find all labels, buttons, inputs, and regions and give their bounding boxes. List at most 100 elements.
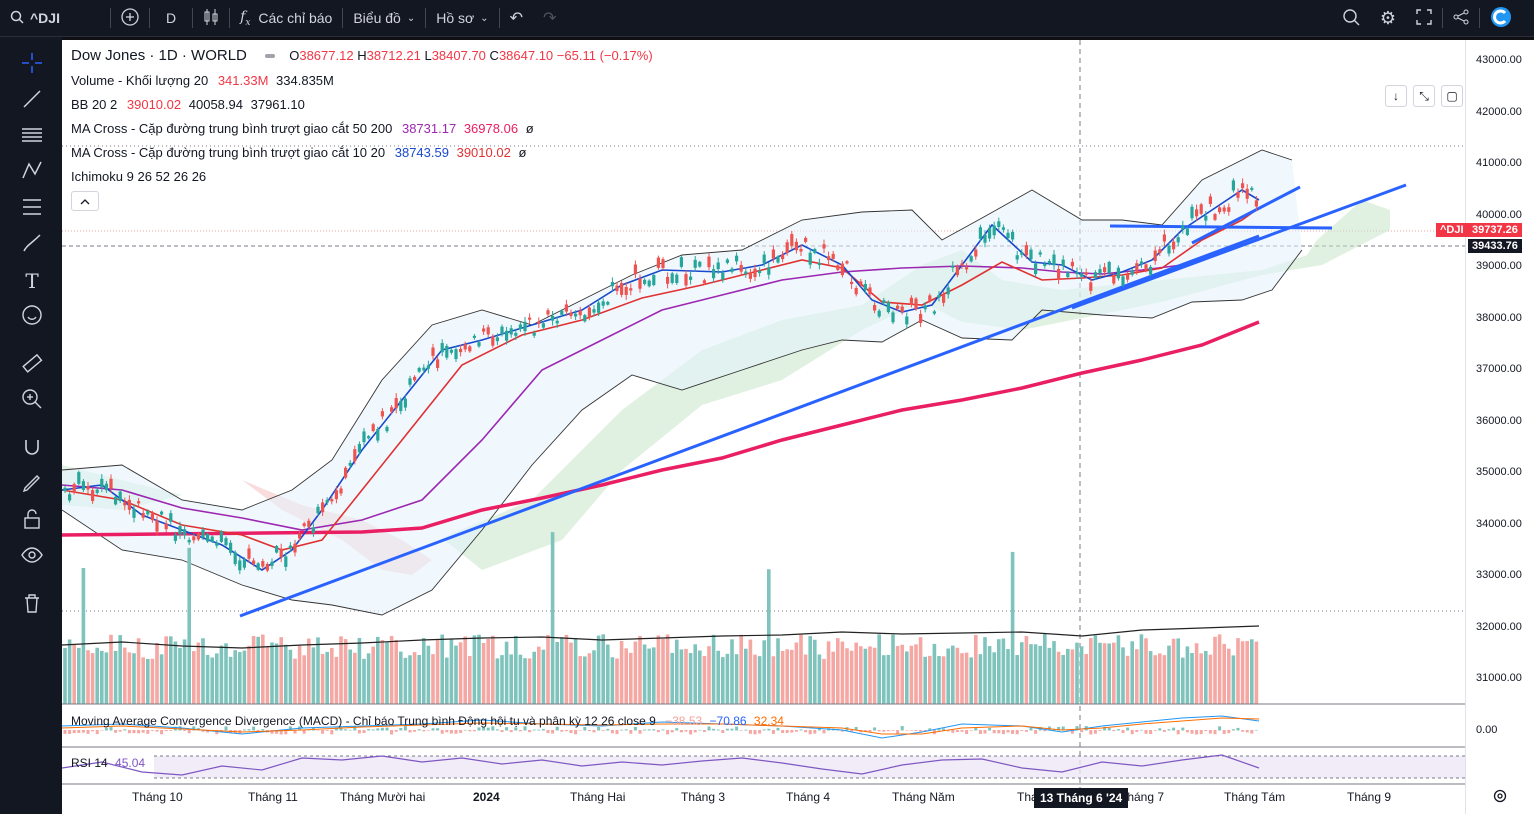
settings-button[interactable]: ⚙ [1370,0,1406,36]
macd-histogram-bar [486,727,490,731]
macd-histogram-bar [1024,730,1028,732]
candle-body [652,274,656,285]
symbol-search[interactable]: ^DJI [0,0,110,36]
volume-bar [380,640,385,704]
macd-histogram-bar [624,729,628,731]
axis-settings-icon[interactable] [1492,788,1508,809]
legend-rsi[interactable]: RSI 14 45.04 [71,756,145,770]
candle-body [647,280,651,287]
candle-body [357,444,361,453]
projection-tool[interactable] [18,195,46,223]
fullscreen-button[interactable] [1406,0,1442,36]
emoji-tool[interactable] [18,303,46,331]
candle-body [1038,252,1042,255]
legend-ichimoku[interactable]: Ichimoku 9 26 52 26 26 [71,169,206,184]
quick-search-button[interactable] [1332,0,1370,36]
volume-bar [279,637,283,704]
macd-histogram-bar [463,729,467,731]
collapse-pane-button[interactable]: ⤡ [1413,85,1435,107]
candle-type-button[interactable] [193,0,229,36]
price-tick-label: 32000.00 [1476,620,1522,633]
candle-body [1167,245,1171,254]
macd-histogram-bar [992,730,996,734]
collapse-legend-button[interactable] [71,191,99,211]
candle-body [744,271,748,274]
chart-canvas[interactable]: Dow Jones · 1D · WORLD O38677.12 H38712.… [62,40,1465,814]
arrow-down-icon: ↓ [1393,89,1399,103]
legend-title-row[interactable]: Dow Jones · 1D · WORLD O38677.12 H38712.… [71,47,653,64]
candle-body [716,262,720,270]
volume-bar [67,639,72,704]
brush-tool[interactable] [18,231,46,259]
interval-button[interactable]: D [150,0,192,36]
candle-body [1112,274,1116,284]
macd-histogram-bar [1093,730,1097,734]
delete-tool[interactable] [18,591,46,619]
candle-body [955,266,959,276]
legend-bb[interactable]: BB 20 2 39010.02 40058.94 37961.10 [71,97,305,112]
candle-body [1130,270,1134,275]
visibility-tool[interactable] [18,543,46,571]
volume-bar [780,651,785,704]
ma20-value: 39010.02 [456,145,511,160]
volume-bar [77,647,81,704]
share-button[interactable] [1443,0,1479,36]
candle-body [307,520,311,527]
candle-body [100,478,104,488]
legend-volume[interactable]: Volume - Khối lượng 20 341.33M 334.835M [71,73,334,88]
macd-histogram-bar [610,730,614,734]
price-axis[interactable]: 43000.00 42000.00 41000.00 40000.00 39000.00… [1436,40,1534,814]
legend-ma-cross-10-20[interactable]: MA Cross - Cặp đường trung bình trượt gi… [71,145,526,160]
text-tool[interactable]: T [18,267,46,295]
volume-bar [307,638,311,704]
chevron-down-icon: ⌄ [406,12,416,24]
smiley-icon [21,304,43,331]
stay-drawing-tool[interactable] [18,471,46,499]
crosshair-tool[interactable] [18,51,46,79]
macd-histogram-bar [955,730,959,733]
candle-body [495,337,499,342]
candle-body [928,295,932,301]
macd-histogram-bar [891,730,895,731]
magnet-tool[interactable] [18,435,46,463]
trendline-tool[interactable] [18,87,46,115]
legend-macd[interactable]: Moving Average Convergence Divergence (M… [71,714,784,728]
time-tick-label: Tháng Mười hai [340,790,426,804]
collapse-dot-icon[interactable] [265,54,276,59]
indicators-button[interactable]: fx Các chỉ báo [230,0,342,36]
profile-menu[interactable]: Hồ sơ ⌄ [426,0,498,36]
candle-body [1024,245,1028,256]
candle-body [233,552,237,565]
chart-type-menu[interactable]: Biểu đồ ⌄ [343,0,425,36]
macd-histogram-bar [114,730,118,733]
ohlc-l-label: L [424,48,432,63]
lock-tool[interactable] [18,507,46,535]
candle-body [1195,209,1199,217]
fib-tool[interactable] [18,123,46,151]
macd-histogram-bar [1218,726,1222,731]
zoom-tool[interactable] [18,387,46,415]
legend-ma-cross-50-200[interactable]: MA Cross - Cặp đường trung bình trượt gi… [71,121,534,136]
pattern-tool[interactable] [18,159,46,187]
redo-button[interactable]: ↷ [533,0,566,36]
candle-body [905,316,909,325]
compare-button[interactable] [111,0,149,36]
macd-histogram-bar [781,730,785,733]
macd-histogram-bar [1006,730,1010,733]
macd-histogram-bar [730,728,734,731]
candle-body [574,313,578,317]
volume-bar [1029,644,1033,704]
ruler-icon [21,352,43,379]
macd-histogram-bar [689,730,693,735]
volume-bar [1112,642,1116,704]
volume-bar [187,547,191,704]
volume-bar [81,568,86,704]
scroll-down-button[interactable]: ↓ [1385,85,1407,107]
volume-bar [288,649,293,704]
undo-button[interactable]: ↶ [500,0,533,36]
volume-bar [132,653,136,704]
ruler-tool[interactable] [18,351,46,379]
macd-histogram-bar [1167,729,1171,731]
macd-hist-value: −38.53 [665,714,703,728]
maximize-pane-button[interactable]: ▢ [1441,85,1463,107]
